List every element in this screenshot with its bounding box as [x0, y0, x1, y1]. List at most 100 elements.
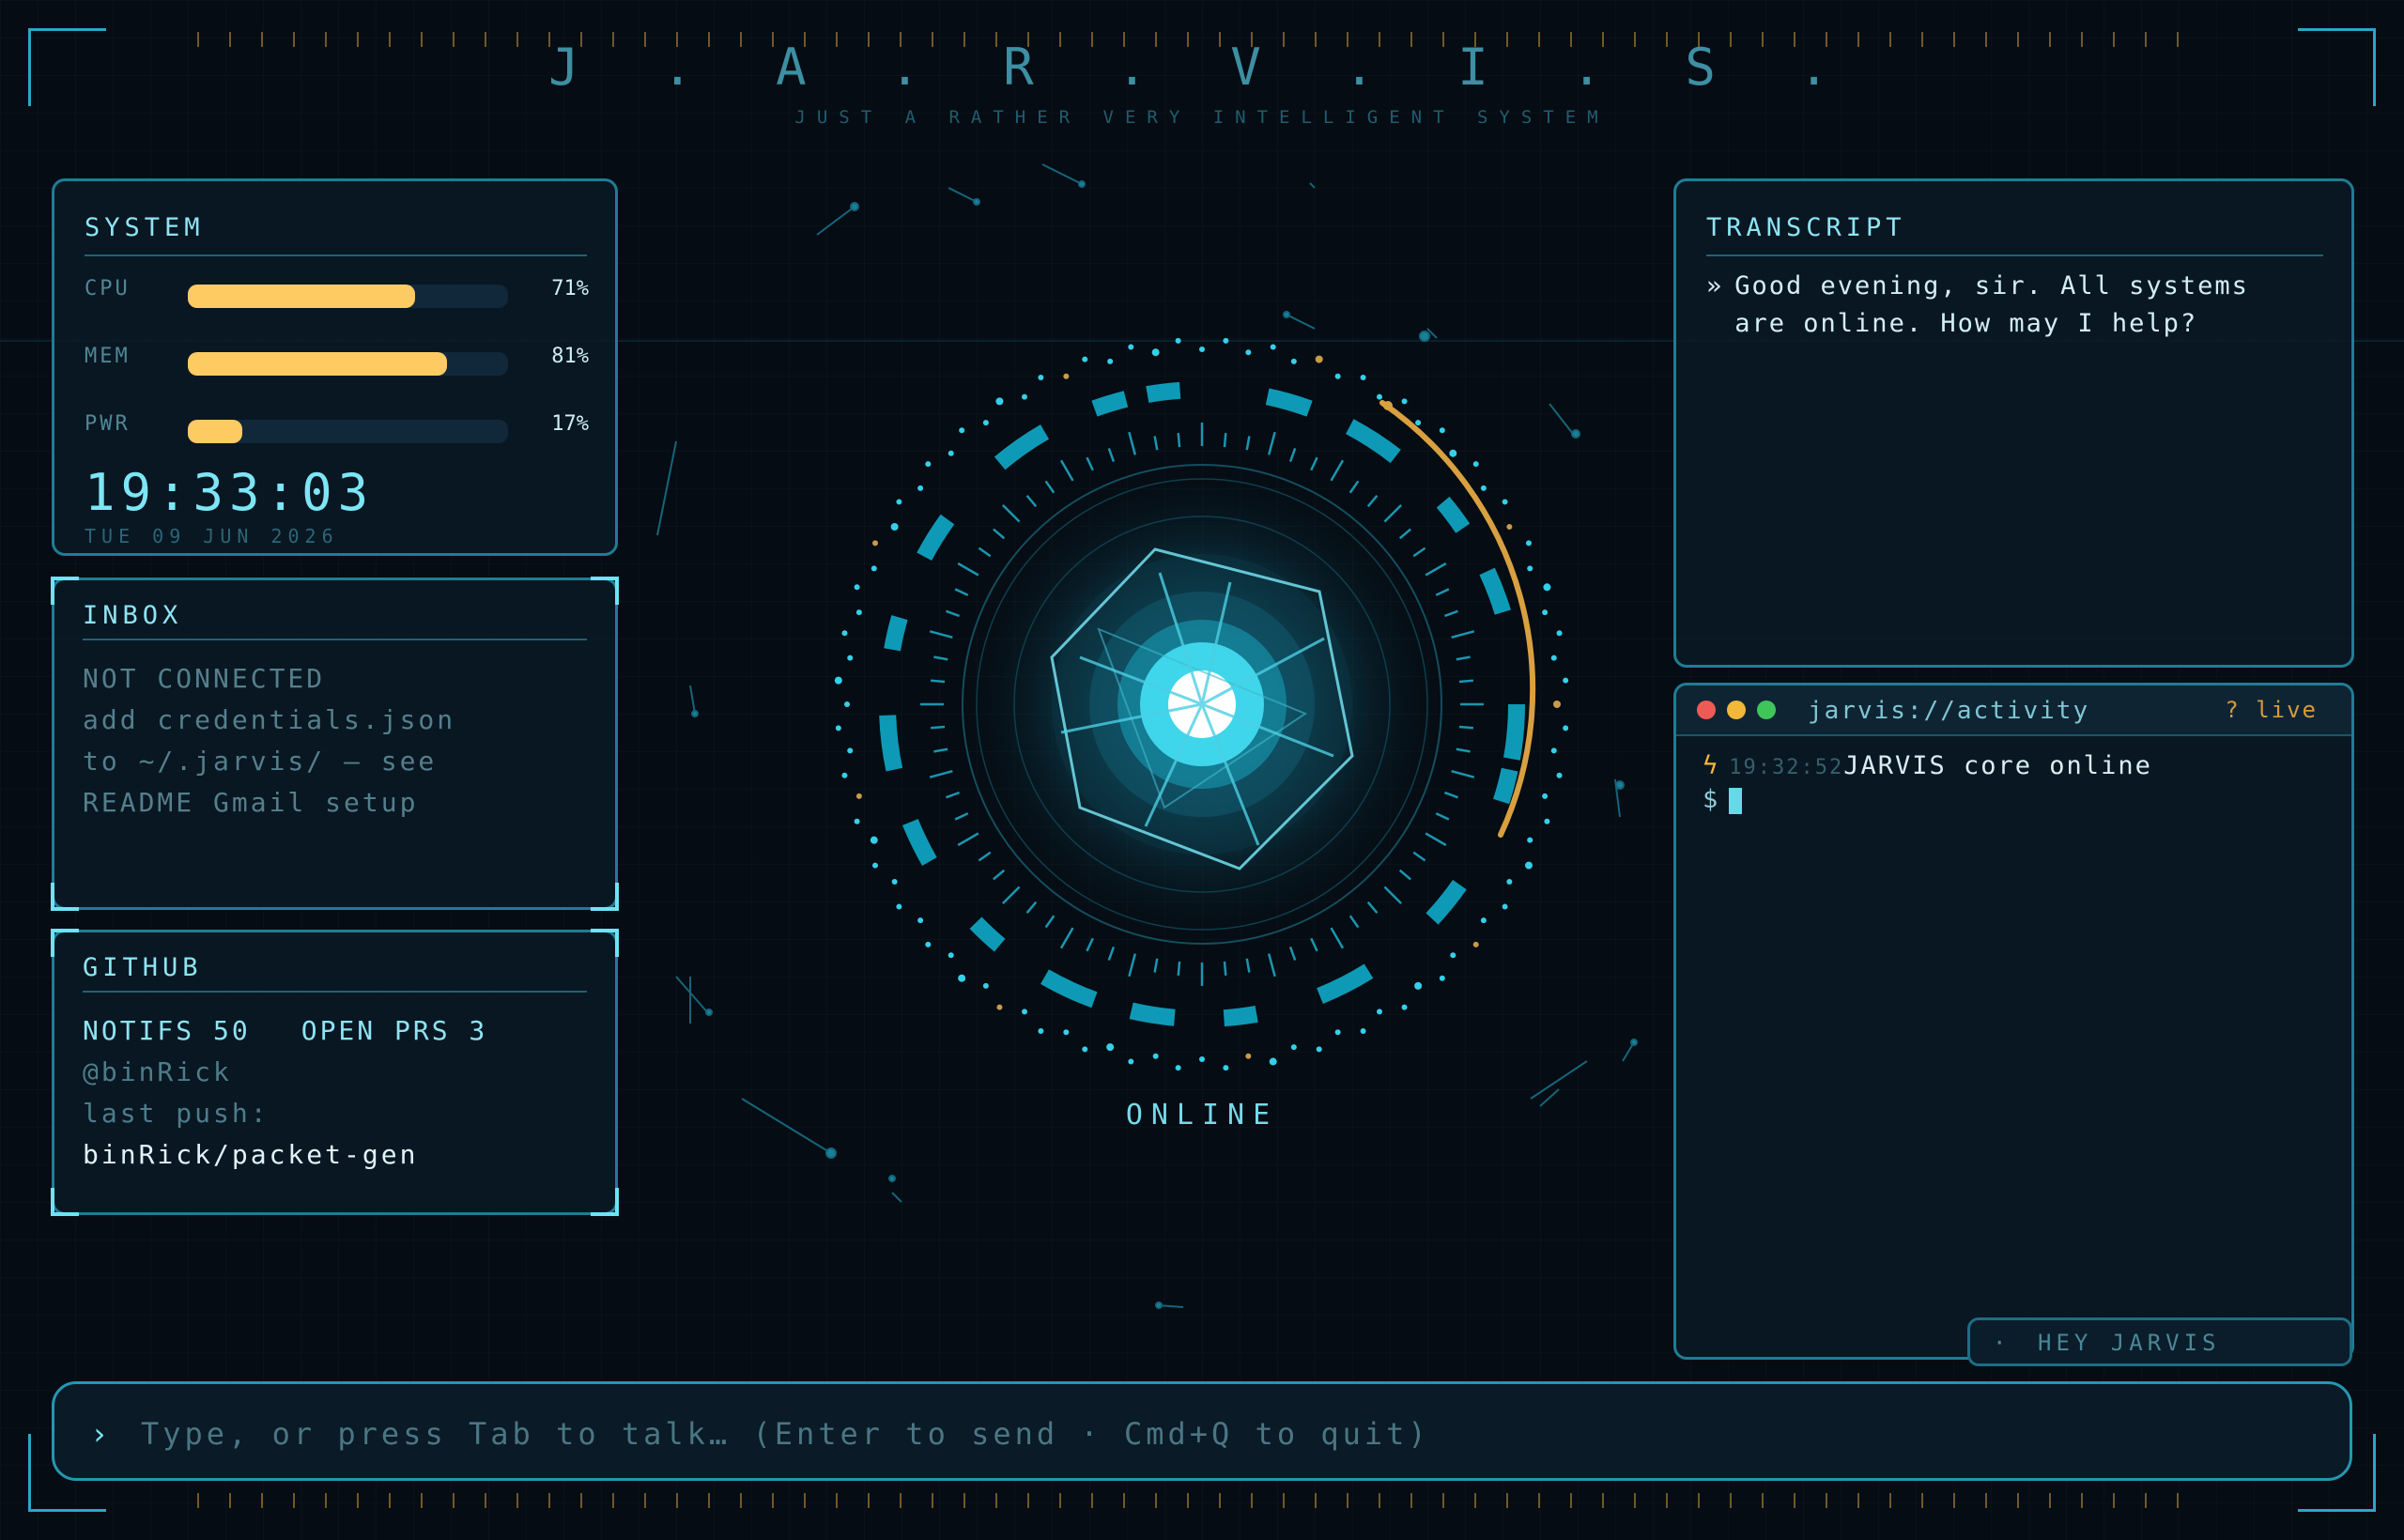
core-dot — [1472, 941, 1479, 947]
core-tick — [1001, 503, 1021, 523]
divider — [83, 991, 587, 993]
maximize-dot-icon[interactable] — [1757, 701, 1776, 719]
date: TUE 09 JUN 2026 — [85, 525, 339, 547]
core-dash-segment — [1479, 567, 1511, 615]
cpu-value: 71% — [551, 277, 589, 300]
system-panel: SYSTEM CPU 71% MEM 81% PWR 17% 19:33:03 … — [52, 178, 618, 556]
core-tick — [1153, 436, 1159, 451]
core-dot — [872, 862, 879, 869]
core-dot — [959, 427, 965, 434]
activity-log-entry: ϟ 19:32:52JARVIS core online — [1703, 751, 2152, 780]
core-dot — [1415, 420, 1422, 426]
core-dot — [1544, 818, 1550, 824]
core-dot — [958, 974, 966, 982]
core-dot — [1223, 1065, 1229, 1071]
core-tick — [1245, 436, 1251, 451]
core-dot — [917, 917, 924, 924]
core-dot — [1022, 393, 1027, 400]
core-tick — [1425, 832, 1447, 847]
core-tick — [930, 679, 946, 684]
core-dot — [854, 818, 860, 824]
core-tick — [929, 630, 953, 639]
core-dot — [1542, 793, 1549, 799]
core-tick — [1128, 953, 1137, 978]
core-tick — [1128, 431, 1137, 455]
core-dot — [891, 879, 898, 885]
core-dash-segment — [1503, 703, 1525, 761]
core-dot — [1334, 1029, 1341, 1036]
core-dot — [847, 747, 854, 754]
core-tick — [1366, 495, 1379, 508]
log-text: JARVIS core online — [1843, 751, 2152, 780]
core-tick — [1267, 953, 1276, 978]
core-dot — [1563, 677, 1569, 684]
transcript-message: Good evening, sir. All systems are onlin… — [1734, 271, 2249, 338]
inbox-panel-title: INBOX — [83, 601, 183, 630]
github-stats: NOTIFS 50 OPEN PRS 3 — [83, 1015, 538, 1046]
core-dot — [995, 397, 1004, 406]
github-notifs: NOTIFS 50 — [83, 1015, 251, 1046]
core-tick — [1044, 480, 1056, 494]
core-tick — [1107, 946, 1116, 961]
core-dot — [1269, 1057, 1277, 1066]
core-dash-segment — [1425, 879, 1467, 925]
core-dot — [1525, 540, 1532, 547]
pwr-fill — [188, 420, 242, 443]
core-tick — [1059, 927, 1074, 949]
core-dot — [1449, 449, 1457, 457]
core-dot — [870, 836, 878, 844]
core-dash-segment — [879, 715, 903, 772]
bracket-corner — [51, 929, 79, 957]
core-dot — [1152, 1053, 1159, 1059]
core-dot — [1450, 952, 1456, 959]
core-dot — [1556, 630, 1563, 637]
cpu-label: CPU — [85, 277, 131, 300]
divider — [1706, 254, 2323, 256]
core-dot — [1377, 1009, 1382, 1015]
core-dot — [841, 630, 848, 637]
core-tick — [1330, 459, 1345, 482]
minimize-dot-icon[interactable] — [1727, 701, 1746, 719]
bottom-tick-ruler — [197, 1493, 2207, 1508]
terminal-prompt[interactable]: $ — [1703, 785, 1743, 814]
core-tick — [946, 791, 961, 799]
close-dot-icon[interactable] — [1697, 701, 1716, 719]
core-tick — [1330, 927, 1345, 949]
mem-fill — [188, 352, 448, 376]
transcript-panel-title: TRANSCRIPT — [1706, 213, 1906, 242]
core-tick — [1153, 958, 1159, 973]
bracket-corner — [51, 883, 79, 911]
hey-jarvis-button[interactable]: · HEY JARVIS — [1967, 1317, 2352, 1366]
core-dash-segment — [1265, 388, 1313, 417]
core-dash-segment — [902, 819, 937, 866]
core-dot — [1472, 461, 1479, 468]
core-dot — [996, 1004, 1003, 1010]
core-tick — [933, 655, 948, 661]
core-dot — [1542, 609, 1549, 616]
app-title: J . A . R . V . I . S . — [548, 38, 1856, 97]
command-input[interactable]: › Type, or press Tab to talk… (Enter to … — [52, 1381, 2352, 1481]
core-dash-segment — [1436, 496, 1471, 533]
core-dot — [1401, 398, 1408, 405]
core-tick — [1435, 812, 1450, 821]
bracket-corner — [591, 929, 619, 957]
hey-jarvis-dot: · — [1993, 1330, 2011, 1356]
core-tick — [1086, 937, 1094, 952]
core-tick — [1001, 886, 1021, 905]
core-dot — [1038, 375, 1044, 381]
core-tick — [1458, 725, 1474, 730]
core-dot — [925, 461, 932, 468]
core-dot — [1360, 375, 1366, 381]
core-dot — [896, 903, 902, 910]
core-dot — [1334, 373, 1341, 379]
mem-label: MEM — [85, 345, 131, 368]
core-dot — [854, 584, 860, 591]
core-dot — [925, 941, 932, 947]
core-dot — [948, 952, 954, 959]
core-dot — [855, 609, 862, 616]
github-last-push-repo: binRick/packet-gen — [83, 1139, 419, 1170]
log-timestamp: 19:32:52 — [1729, 756, 1844, 779]
cpu-fill — [188, 285, 416, 308]
core-dot — [1128, 1058, 1134, 1065]
core-dot — [1063, 1029, 1070, 1036]
